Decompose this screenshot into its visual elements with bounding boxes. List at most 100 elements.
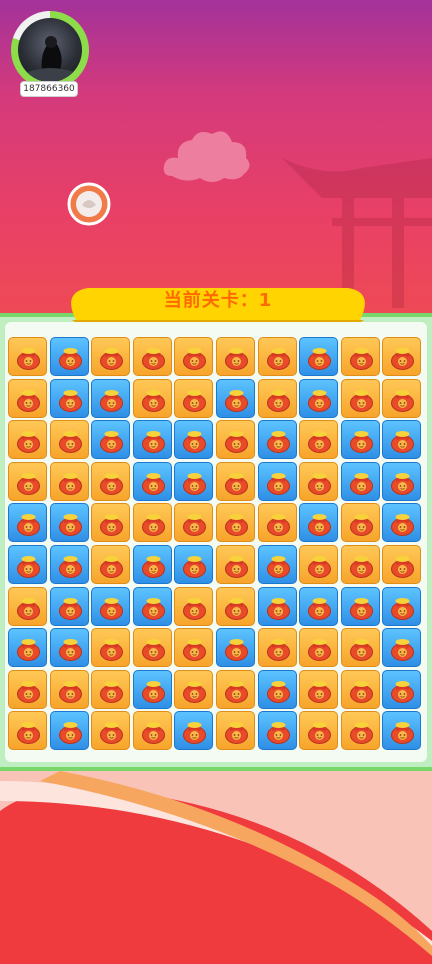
tile-blue[interactable] bbox=[216, 378, 255, 418]
tile-orange[interactable] bbox=[174, 586, 214, 626]
tile-orange[interactable] bbox=[340, 545, 380, 584]
tile-blue[interactable] bbox=[8, 628, 47, 668]
tile-orange[interactable] bbox=[257, 378, 297, 418]
tile-orange[interactable] bbox=[91, 545, 131, 584]
tile-blue[interactable] bbox=[216, 628, 255, 668]
tile-orange[interactable] bbox=[382, 378, 422, 418]
tile-blue[interactable] bbox=[49, 503, 89, 543]
tile-blue[interactable] bbox=[382, 669, 422, 709]
tile-blue[interactable] bbox=[132, 586, 172, 626]
tile-orange[interactable] bbox=[8, 461, 47, 501]
tile-orange[interactable] bbox=[91, 503, 131, 543]
tile-blue[interactable] bbox=[299, 586, 339, 626]
tile-orange[interactable] bbox=[174, 669, 214, 709]
tile-orange[interactable] bbox=[8, 586, 47, 626]
tile-blue[interactable] bbox=[49, 378, 89, 418]
tile-orange[interactable] bbox=[340, 628, 380, 668]
tile-orange[interactable] bbox=[340, 669, 380, 709]
tile-blue[interactable] bbox=[132, 545, 172, 584]
tile-blue[interactable] bbox=[382, 461, 422, 501]
tile-orange[interactable] bbox=[216, 461, 255, 501]
tile-orange[interactable] bbox=[8, 337, 47, 376]
tile-orange[interactable] bbox=[174, 628, 214, 668]
tile-blue[interactable] bbox=[257, 420, 297, 460]
tile-orange[interactable] bbox=[49, 461, 89, 501]
tile-orange[interactable] bbox=[174, 378, 214, 418]
player-avatar[interactable] bbox=[11, 11, 89, 89]
tile-orange[interactable] bbox=[174, 337, 214, 376]
tile-blue[interactable] bbox=[257, 711, 297, 751]
tile-orange[interactable] bbox=[216, 586, 255, 626]
tile-orange[interactable] bbox=[132, 628, 172, 668]
tile-blue[interactable] bbox=[257, 461, 297, 501]
tile-blue[interactable] bbox=[91, 586, 131, 626]
tile-blue[interactable] bbox=[174, 420, 214, 460]
tile-orange[interactable] bbox=[216, 669, 255, 709]
tile-orange[interactable] bbox=[91, 711, 131, 751]
tile-orange[interactable] bbox=[257, 503, 297, 543]
tile-orange[interactable] bbox=[132, 337, 172, 376]
tile-blue[interactable] bbox=[49, 628, 89, 668]
tile-blue[interactable] bbox=[132, 420, 172, 460]
tile-blue[interactable] bbox=[257, 545, 297, 584]
tile-orange[interactable] bbox=[49, 669, 89, 709]
tile-orange[interactable] bbox=[340, 711, 380, 751]
tile-blue[interactable] bbox=[49, 337, 89, 376]
tile-blue[interactable] bbox=[382, 503, 422, 543]
tile-orange[interactable] bbox=[216, 420, 255, 460]
tile-orange[interactable] bbox=[8, 420, 47, 460]
tile-orange[interactable] bbox=[299, 461, 339, 501]
tile-blue[interactable] bbox=[174, 545, 214, 584]
tile-orange[interactable] bbox=[174, 503, 214, 543]
tile-blue[interactable] bbox=[91, 420, 131, 460]
tile-orange[interactable] bbox=[49, 420, 89, 460]
tile-blue[interactable] bbox=[340, 420, 380, 460]
tile-orange[interactable] bbox=[257, 628, 297, 668]
tile-blue[interactable] bbox=[8, 545, 47, 584]
tile-orange[interactable] bbox=[91, 461, 131, 501]
tile-orange[interactable] bbox=[216, 711, 255, 751]
tile-orange[interactable] bbox=[299, 545, 339, 584]
tile-orange[interactable] bbox=[216, 337, 255, 376]
tile-orange[interactable] bbox=[91, 628, 131, 668]
tile-orange[interactable] bbox=[299, 711, 339, 751]
tile-orange[interactable] bbox=[299, 420, 339, 460]
tile-blue[interactable] bbox=[340, 461, 380, 501]
tile-orange[interactable] bbox=[91, 337, 131, 376]
tile-orange[interactable] bbox=[340, 337, 380, 376]
tile-orange[interactable] bbox=[8, 711, 47, 751]
tile-blue[interactable] bbox=[340, 586, 380, 626]
tile-blue[interactable] bbox=[174, 711, 214, 751]
tile-blue[interactable] bbox=[174, 461, 214, 501]
tile-blue[interactable] bbox=[132, 461, 172, 501]
tile-orange[interactable] bbox=[132, 711, 172, 751]
tile-blue[interactable] bbox=[382, 628, 422, 668]
tile-blue[interactable] bbox=[382, 586, 422, 626]
tile-orange[interactable] bbox=[382, 337, 422, 376]
tile-blue[interactable] bbox=[299, 337, 339, 376]
tile-blue[interactable] bbox=[49, 545, 89, 584]
tile-blue[interactable] bbox=[299, 503, 339, 543]
tile-blue[interactable] bbox=[49, 586, 89, 626]
coin-icon[interactable] bbox=[66, 181, 112, 227]
tile-orange[interactable] bbox=[340, 378, 380, 418]
tile-blue[interactable] bbox=[299, 378, 339, 418]
tile-blue[interactable] bbox=[91, 378, 131, 418]
tile-orange[interactable] bbox=[8, 378, 47, 418]
tile-orange[interactable] bbox=[132, 503, 172, 543]
tile-blue[interactable] bbox=[49, 711, 89, 751]
tile-blue[interactable] bbox=[382, 420, 422, 460]
tile-orange[interactable] bbox=[91, 669, 131, 709]
tile-orange[interactable] bbox=[8, 669, 47, 709]
tile-blue[interactable] bbox=[257, 586, 297, 626]
tile-blue[interactable] bbox=[382, 711, 422, 751]
tile-orange[interactable] bbox=[257, 337, 297, 376]
tile-orange[interactable] bbox=[299, 628, 339, 668]
tile-orange[interactable] bbox=[340, 503, 380, 543]
tile-orange[interactable] bbox=[132, 378, 172, 418]
tile-blue[interactable] bbox=[257, 669, 297, 709]
tile-blue[interactable] bbox=[132, 669, 172, 709]
tile-orange[interactable] bbox=[216, 545, 255, 584]
tile-orange[interactable] bbox=[382, 545, 422, 584]
tile-orange[interactable] bbox=[299, 669, 339, 709]
